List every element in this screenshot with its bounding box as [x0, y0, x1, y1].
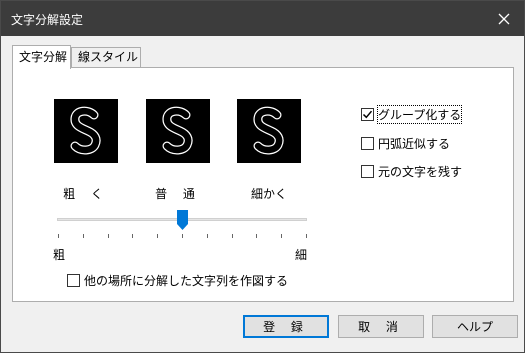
- checkbox-box[interactable]: [361, 108, 374, 121]
- slider-thumb[interactable]: [177, 210, 188, 230]
- arc-approx-checkbox-label: 円弧近似する: [378, 137, 451, 151]
- slider-tick: [232, 234, 233, 238]
- checkbox-box[interactable]: [67, 274, 80, 287]
- slider-tick: [256, 234, 257, 238]
- group-checkbox[interactable]: グループ化する: [361, 105, 463, 124]
- other-place-checkbox-label: 他の場所に分解した文字列を作図する: [84, 274, 289, 288]
- checkbox-box[interactable]: [361, 137, 374, 150]
- tab-panel: 粗 く 普 通 細かく 粗 細 グループ化する 円弧近似する 元の文字を残す 他…: [12, 67, 514, 302]
- keep-original-checkbox[interactable]: 元の文字を残す: [361, 163, 462, 180]
- register-button[interactable]: 登 録: [243, 315, 329, 338]
- checkbox-box[interactable]: [361, 165, 374, 178]
- preview-normal: [146, 99, 210, 163]
- outline-s-coarse-icon: [70, 106, 101, 155]
- slider-tick: [207, 234, 208, 238]
- slider-tick: [157, 234, 158, 238]
- preview-coarse: [54, 99, 118, 163]
- close-button[interactable]: [484, 1, 524, 36]
- slider-max-label: 細: [295, 248, 308, 262]
- title-bar: 文字分解設定: [1, 1, 524, 36]
- help-button[interactable]: ヘルプ: [432, 315, 518, 338]
- window-title: 文字分解設定: [11, 13, 84, 27]
- close-icon: [498, 13, 510, 24]
- keep-original-checkbox-label: 元の文字を残す: [378, 165, 463, 179]
- slider-tick: [182, 234, 183, 238]
- slider-tick: [58, 234, 59, 238]
- preview-label-fine: 細かく: [250, 187, 287, 201]
- tab-line-style[interactable]: 線スタイル: [71, 47, 141, 68]
- preview-fine: [237, 99, 301, 163]
- slider-tick: [83, 234, 84, 238]
- arc-approx-checkbox[interactable]: 円弧近似する: [361, 135, 450, 152]
- preview-label-normal: 普 通: [155, 187, 201, 201]
- slider-tick: [132, 234, 133, 238]
- cancel-button[interactable]: 取 消: [338, 315, 424, 338]
- slider-tick: [281, 234, 282, 238]
- check-icon: [362, 110, 373, 119]
- outline-s-fine-icon: [253, 106, 284, 155]
- group-checkbox-label: グループ化する: [376, 105, 463, 124]
- slider-min-label: 粗: [53, 248, 66, 262]
- outline-s-normal-icon: [162, 106, 193, 155]
- slider-tick: [306, 234, 307, 238]
- preview-label-coarse: 粗 く: [63, 187, 109, 201]
- slider-tick: [108, 234, 109, 238]
- other-place-checkbox[interactable]: 他の場所に分解した文字列を作図する: [67, 272, 288, 289]
- dialog-window: 文字分解設定 文字分解 線スタイル 粗 く 普 通 細かく 粗 細 グループ化す…: [0, 0, 525, 353]
- tab-character-decompose[interactable]: 文字分解: [12, 45, 71, 69]
